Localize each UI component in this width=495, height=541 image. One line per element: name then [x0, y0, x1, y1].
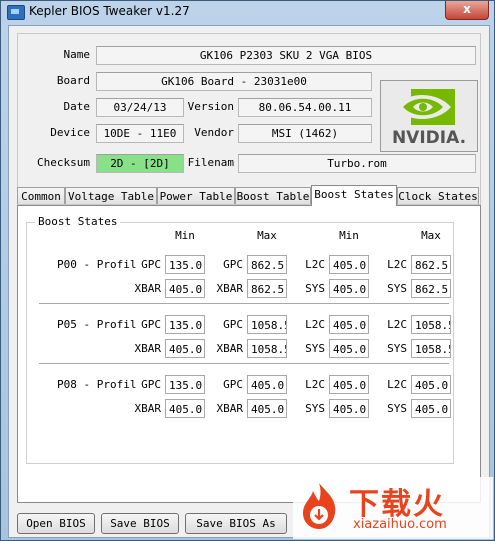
- board-field[interactable]: GK106 Board - 23031e00: [96, 72, 372, 91]
- clock-label: L2C: [387, 318, 407, 331]
- save-bios-button[interactable]: Save BIOS: [101, 513, 179, 534]
- col-head-max-1: Max: [257, 229, 277, 242]
- device-label: Device: [50, 126, 90, 139]
- clock-value-input[interactable]: 405.0: [247, 399, 287, 418]
- boost-states-panel: Boost States Min Max Min Max P00 - Profi…: [17, 205, 481, 503]
- filename-label: Filenam: [187, 156, 234, 169]
- checksum-label: Checksum: [37, 156, 90, 169]
- bios-info-panel: Name GK106 P2303 SKU 2 VGA BIOS Board GK…: [17, 33, 481, 205]
- tab-common[interactable]: Common: [17, 187, 65, 204]
- close-button[interactable]: x: [445, 1, 489, 20]
- clock-label: SYS: [305, 402, 325, 415]
- board-label: Board: [56, 74, 90, 87]
- clock-value-input[interactable]: 405.0: [329, 375, 369, 394]
- clock-label: L2C: [305, 318, 325, 331]
- clock-value-input[interactable]: 405.0: [329, 339, 369, 358]
- watermark-url: xiazaihuo.com: [353, 517, 447, 532]
- tab-boost-table[interactable]: Boost Table: [235, 187, 311, 204]
- clock-label: GPC: [223, 378, 243, 391]
- clock-value-input[interactable]: 405.0: [165, 339, 205, 358]
- state-name: P00 - Profil: [57, 258, 137, 271]
- tab-boost-states[interactable]: Boost States: [311, 185, 397, 206]
- clock-label: GPC: [223, 318, 243, 331]
- clock-label: XBAR: [216, 402, 244, 415]
- clock-value-input[interactable]: 1058.5: [411, 339, 451, 358]
- version-field[interactable]: 80.06.54.00.11: [238, 98, 372, 117]
- clock-label: L2C: [387, 258, 407, 271]
- filename-field[interactable]: Turbo.rom: [238, 154, 476, 173]
- clock-label: XBAR: [134, 402, 162, 415]
- clock-value-input[interactable]: 1058.5: [247, 339, 287, 358]
- clock-value-input[interactable]: 135.0: [165, 315, 205, 334]
- clock-value-input[interactable]: 135.0: [165, 255, 205, 274]
- window-title: Kepler BIOS Tweaker v1.27: [29, 4, 190, 18]
- clock-label: L2C: [305, 258, 325, 271]
- state-name: P05 - Profil: [57, 318, 137, 331]
- app-icon: [7, 5, 25, 20]
- clock-value-input[interactable]: 862.5: [411, 279, 451, 298]
- tab-clock-states[interactable]: Clock States: [397, 187, 479, 204]
- clock-label: SYS: [387, 402, 407, 415]
- clock-value-input[interactable]: 405.0: [411, 399, 451, 418]
- group-title: Boost States: [35, 215, 121, 228]
- clock-value-input[interactable]: 1058.5: [247, 315, 287, 334]
- clock-label: GPC: [141, 318, 161, 331]
- boost-states-group: Boost States Min Max Min Max P00 - Profi…: [26, 215, 454, 464]
- clock-label: XBAR: [216, 282, 244, 295]
- col-head-max-2: Max: [421, 229, 441, 242]
- open-bios-button[interactable]: Open BIOS: [17, 513, 95, 534]
- date-field[interactable]: 03/24/13: [96, 98, 184, 117]
- row-separator: [39, 303, 449, 304]
- clock-value-input[interactable]: 1058.5: [411, 315, 451, 334]
- tab-power-table[interactable]: Power Table: [157, 187, 235, 204]
- col-head-min-2: Min: [339, 229, 359, 242]
- clock-label: XBAR: [216, 342, 244, 355]
- app-window: Kepler BIOS Tweaker v1.27 x Name GK106 P…: [0, 0, 495, 541]
- nvidia-eye-icon: [395, 89, 455, 125]
- tab-voltage-table[interactable]: Voltage Table: [65, 187, 157, 204]
- clock-value-input[interactable]: 135.0: [165, 375, 205, 394]
- clock-value-input[interactable]: 405.0: [165, 279, 205, 298]
- clock-label: XBAR: [134, 282, 162, 295]
- device-field[interactable]: 10DE - 11E0: [96, 124, 184, 143]
- clock-value-input[interactable]: 405.0: [247, 375, 287, 394]
- clock-label: L2C: [387, 378, 407, 391]
- checksum-field[interactable]: 2D - [2D]: [96, 154, 184, 173]
- clock-label: L2C: [305, 378, 325, 391]
- nvidia-logo: NVIDIA.: [380, 80, 478, 152]
- watermark: 下载火 xiazaihuo.com: [293, 477, 493, 539]
- version-label: Version: [187, 100, 234, 113]
- flame-logo-icon: [303, 483, 336, 529]
- clock-label: GPC: [223, 258, 243, 271]
- vendor-field[interactable]: MSI (1462): [238, 124, 372, 143]
- clock-label: GPC: [141, 378, 161, 391]
- clock-value-input[interactable]: 405.0: [411, 375, 451, 394]
- nvidia-wordmark: NVIDIA.: [391, 128, 467, 148]
- title-bar[interactable]: Kepler BIOS Tweaker v1.27 x: [1, 1, 494, 23]
- clock-label: SYS: [387, 282, 407, 295]
- clock-value-input[interactable]: 862.5: [247, 279, 287, 298]
- clock-value-input[interactable]: 405.0: [329, 315, 369, 334]
- client-area: Name GK106 P2303 SKU 2 VGA BIOS Board GK…: [8, 25, 490, 538]
- clock-label: SYS: [387, 342, 407, 355]
- clock-value-input[interactable]: 405.0: [329, 399, 369, 418]
- state-name: P08 - Profil: [57, 378, 137, 391]
- col-head-min-1: Min: [175, 229, 195, 242]
- clock-label: SYS: [305, 342, 325, 355]
- clock-value-input[interactable]: 405.0: [165, 399, 205, 418]
- clock-value-input[interactable]: 405.0: [329, 279, 369, 298]
- row-separator: [39, 363, 449, 364]
- name-field[interactable]: GK106 P2303 SKU 2 VGA BIOS: [96, 46, 476, 65]
- clock-label: XBAR: [134, 342, 162, 355]
- clock-label: SYS: [305, 282, 325, 295]
- tab-strip: Common Voltage Table Power Table Boost T…: [17, 185, 481, 206]
- save-bios-as-button[interactable]: Save BIOS As: [185, 513, 287, 534]
- clock-value-input[interactable]: 862.5: [247, 255, 287, 274]
- clock-value-input[interactable]: 405.0: [329, 255, 369, 274]
- clock-label: GPC: [141, 258, 161, 271]
- date-label: Date: [63, 100, 91, 113]
- clock-value-input[interactable]: 862.5: [411, 255, 451, 274]
- vendor-label: Vendor: [194, 126, 234, 139]
- name-label: Name: [63, 48, 91, 61]
